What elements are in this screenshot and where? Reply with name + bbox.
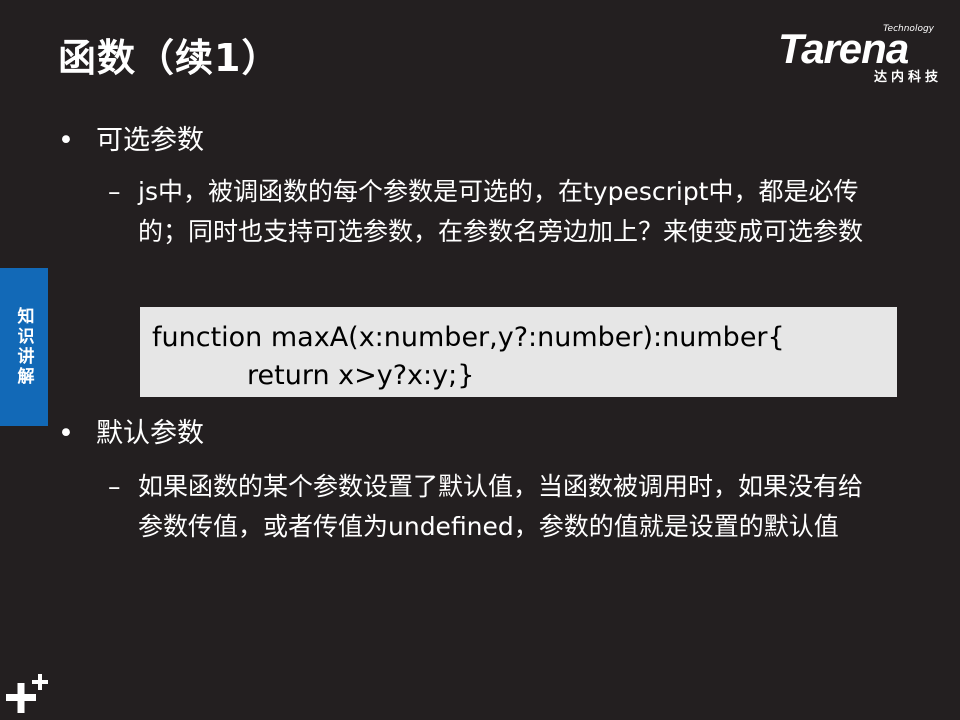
bullet-heading: 可选参数 [96, 125, 204, 156]
bullet-optional-params: • 可选参数 [58, 124, 204, 158]
slide-title: 函数（续1） [58, 36, 281, 80]
sub-item-default-params: – 如果函数的某个参数设置了默认值，当函数被调用时，如果没有给参数传值，或者传值… [108, 467, 878, 547]
side-section-tab: 知识讲解 [0, 268, 48, 426]
logo-chinese: 达内科技 [873, 70, 942, 85]
code-line-2: return x>y?x:y;} [247, 360, 475, 391]
sub-text: js中，被调函数的每个参数是可选的，在typescript中，都是必传的；同时也… [138, 177, 864, 246]
bullet-marker: • [58, 125, 74, 156]
code-line-1: function maxA(x:number,y?:number):number… [152, 322, 785, 353]
sub-marker: – [108, 177, 121, 206]
logo-wordmark: Tarena [778, 25, 909, 72]
bullet-marker: • [58, 418, 74, 449]
bullet-default-params: • 默认参数 [58, 417, 204, 451]
sub-text: 如果函数的某个参数设置了默认值，当函数被调用时，如果没有给参数传值，或者传值为u… [138, 472, 864, 541]
sub-marker: – [108, 472, 121, 501]
tarena-logo: Technology Tarena 达内科技 [778, 24, 948, 85]
bullet-heading: 默认参数 [96, 418, 204, 449]
code-block: function maxA(x:number,y?:number):number… [140, 307, 897, 397]
sub-item-optional-params: – js中，被调函数的每个参数是可选的，在typescript中，都是必传的；同… [108, 172, 878, 252]
plus-cross-icon [6, 674, 48, 713]
side-tab-label: 知识讲解 [13, 307, 34, 387]
